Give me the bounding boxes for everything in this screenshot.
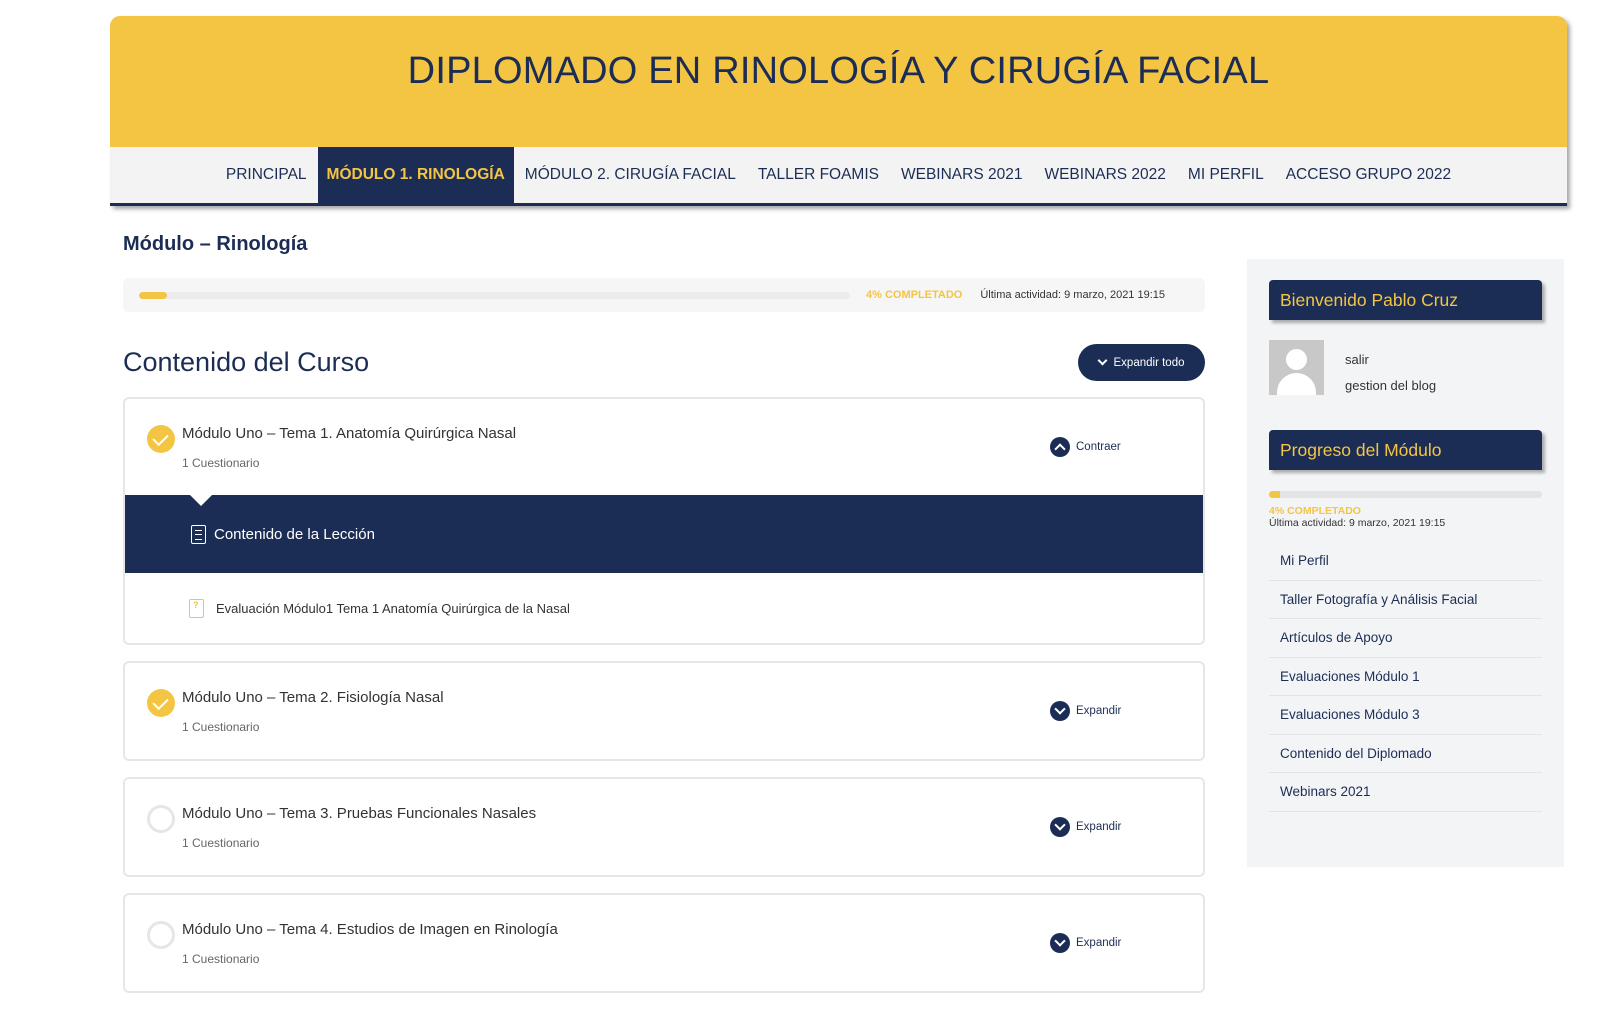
- expand-toggle[interactable]: Expandir: [1050, 817, 1121, 837]
- sidebar-item-mi-perfil[interactable]: Mi Perfil: [1269, 542, 1542, 581]
- module-progress-percent: 4% COMPLETADO: [1269, 505, 1361, 517]
- course-last-activity: Última actividad: 9 marzo, 2021 19:15: [980, 289, 1166, 301]
- lesson-header: Módulo Uno – Tema 2. Fisiología Nasal 1 …: [125, 663, 1203, 759]
- lesson-item: Módulo Uno – Tema 2. Fisiología Nasal 1 …: [123, 661, 1205, 761]
- incomplete-circle-icon: [147, 921, 175, 949]
- course-progress-percent: 4% COMPLETADO: [866, 289, 963, 301]
- main-content: Módulo – Rinología 4% COMPLETADO Última …: [123, 228, 1205, 993]
- nav-item-taller-foamis[interactable]: TALLER FOAMIS: [747, 147, 890, 203]
- completed-check-icon: [147, 425, 175, 453]
- nav-item-mi-perfil[interactable]: MI PERFIL: [1177, 147, 1275, 203]
- quiz-icon: [189, 598, 204, 618]
- nav-item-acceso-grupo-2022[interactable]: ACCESO GRUPO 2022: [1275, 147, 1462, 203]
- welcome-widget-title: Bienvenido Pablo Cruz: [1269, 280, 1542, 320]
- header-banner: DIPLOMADO EN RINOLOGÍA Y CIRUGÍA FACIAL: [110, 16, 1567, 147]
- chevron-down-icon: [1097, 355, 1107, 366]
- sidebar-item-articulos-apoyo[interactable]: Artículos de Apoyo: [1269, 619, 1542, 658]
- lesson-title-link[interactable]: Módulo Uno – Tema 4. Estudios de Imagen …: [182, 921, 558, 938]
- blog-admin-link[interactable]: gestion del blog: [1345, 378, 1436, 393]
- lesson-content-label: Contenido de la Lección: [214, 525, 375, 543]
- nav-item-webinars-2021[interactable]: WEBINARS 2021: [890, 147, 1033, 203]
- avatar-head-shape: [1286, 349, 1307, 370]
- document-icon: [191, 524, 206, 544]
- lesson-quiz-count: 1 Cuestionario: [182, 456, 260, 470]
- sidebar-menu: Mi Perfil Taller Fotografía y Análisis F…: [1269, 542, 1542, 812]
- expand-toggle[interactable]: Expandir: [1050, 701, 1121, 721]
- lesson-header: Módulo Uno – Tema 1. Anatomía Quirúrgica…: [125, 399, 1203, 495]
- lesson-quiz-count: 1 Cuestionario: [182, 720, 260, 734]
- lesson-title-link[interactable]: Módulo Uno – Tema 1. Anatomía Quirúrgica…: [182, 425, 516, 442]
- module-progress-fill: [1269, 491, 1280, 498]
- course-content-header: Contenido del Curso Expandir todo: [123, 344, 1205, 381]
- notch-decoration: [189, 494, 213, 506]
- module-last-activity: Última actividad: 9 marzo, 2021 19:15: [1269, 517, 1446, 529]
- chevron-down-icon: [1050, 701, 1070, 721]
- expand-label: Expandir: [1076, 821, 1122, 833]
- expand-label: Expandir: [1076, 705, 1122, 717]
- nav-item-modulo-1[interactable]: MÓDULO 1. RINOLOGÍA: [317, 147, 514, 203]
- sidebar-item-webinars-2021[interactable]: Webinars 2021: [1269, 773, 1542, 812]
- site-title[interactable]: DIPLOMADO EN RINOLOGÍA Y CIRUGÍA FACIAL: [408, 50, 1270, 93]
- page-title: Módulo – Rinología: [123, 233, 308, 255]
- avatar-body-shape: [1277, 373, 1316, 395]
- lesson-content-band: Contenido de la Lección: [125, 494, 1203, 573]
- avatar: [1269, 340, 1324, 395]
- collapse-toggle[interactable]: Contraer: [1050, 437, 1121, 457]
- logout-link[interactable]: salir: [1345, 352, 1369, 367]
- main-nav: PRINCIPAL MÓDULO 1. RINOLOGÍA MÓDULO 2. …: [110, 147, 1567, 206]
- nav-item-webinars-2022[interactable]: WEBINARS 2022: [1033, 147, 1176, 203]
- sidebar-item-evaluaciones-modulo-3[interactable]: Evaluaciones Módulo 3: [1269, 696, 1542, 735]
- lesson-header: Módulo Uno – Tema 4. Estudios de Imagen …: [125, 895, 1203, 991]
- course-content-title: Contenido del Curso: [123, 347, 370, 377]
- nav-item-principal[interactable]: PRINCIPAL: [215, 147, 318, 203]
- expand-all-label: Expandir todo: [1113, 356, 1185, 369]
- expand-toggle[interactable]: Expandir: [1050, 933, 1121, 953]
- lesson-title-link[interactable]: Módulo Uno – Tema 2. Fisiología Nasal: [182, 689, 444, 706]
- collapse-label: Contraer: [1076, 441, 1121, 453]
- expand-label: Expandir: [1076, 937, 1122, 949]
- quiz-link[interactable]: Evaluación Módulo1 Tema 1 Anatomía Quirú…: [216, 601, 570, 616]
- lesson-item: Módulo Uno – Tema 4. Estudios de Imagen …: [123, 893, 1205, 993]
- course-progress-fill: [139, 291, 168, 299]
- lesson-item: Módulo Uno – Tema 3. Pruebas Funcionales…: [123, 777, 1205, 877]
- module-progress-track: [1269, 491, 1542, 498]
- sidebar-item-contenido-diplomado[interactable]: Contenido del Diplomado: [1269, 735, 1542, 773]
- lesson-item: Módulo Uno – Tema 1. Anatomía Quirúrgica…: [123, 397, 1205, 645]
- sidebar: Bienvenido Pablo Cruz salir gestion del …: [1247, 259, 1564, 867]
- quiz-row[interactable]: Evaluación Módulo1 Tema 1 Anatomía Quirú…: [125, 573, 1203, 643]
- lesson-title-link[interactable]: Módulo Uno – Tema 3. Pruebas Funcionales…: [182, 805, 536, 822]
- chevron-up-icon: [1050, 437, 1070, 457]
- expand-all-button[interactable]: Expandir todo: [1078, 344, 1205, 381]
- lesson-quiz-count: 1 Cuestionario: [182, 952, 260, 966]
- sidebar-item-taller-fotografia[interactable]: Taller Fotografía y Análisis Facial: [1269, 581, 1542, 619]
- nav-item-modulo-2[interactable]: MÓDULO 2. CIRUGÍA FACIAL: [514, 147, 747, 203]
- sidebar-item-evaluaciones-modulo-1[interactable]: Evaluaciones Módulo 1: [1269, 658, 1542, 696]
- lesson-header: Módulo Uno – Tema 3. Pruebas Funcionales…: [125, 779, 1203, 875]
- lesson-quiz-count: 1 Cuestionario: [182, 836, 260, 850]
- incomplete-circle-icon: [147, 805, 175, 833]
- module-progress-widget-title: Progreso del Módulo: [1269, 430, 1542, 470]
- chevron-down-icon: [1050, 817, 1070, 837]
- completed-check-icon: [147, 689, 175, 717]
- site-header: DIPLOMADO EN RINOLOGÍA Y CIRUGÍA FACIAL …: [110, 16, 1567, 206]
- chevron-down-icon: [1050, 933, 1070, 953]
- course-progress-track: [139, 291, 850, 299]
- course-progress: 4% COMPLETADO Última actividad: 9 marzo,…: [123, 278, 1205, 312]
